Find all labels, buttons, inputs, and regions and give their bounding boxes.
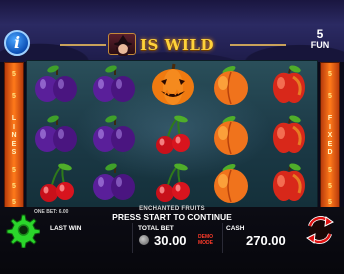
symbol-cherry: [31, 159, 83, 207]
status-message: PRESS START TO CONTINUE: [112, 212, 232, 222]
letter: I: [13, 123, 15, 131]
symbol-apple: [263, 159, 315, 207]
cash-value: 270.00: [246, 233, 286, 248]
left-lines-strip: 5 5 L I N E S 5 5 5: [4, 62, 24, 210]
lines-word: L I N E S: [5, 115, 23, 158]
symbol-plum: [31, 61, 83, 109]
symbol-plum: [89, 111, 141, 159]
symbol-cherry: [147, 111, 199, 159]
letter: F: [327, 115, 333, 122]
symbol-peach: [205, 111, 257, 159]
letter: N: [11, 132, 17, 139]
game-title: IS WILD: [140, 36, 214, 54]
settings-button[interactable]: [4, 212, 41, 249]
symbol-plum: [89, 61, 141, 109]
symbol-plum: [89, 159, 141, 207]
line-number: 5: [12, 167, 16, 174]
symbol-apple: [263, 61, 315, 109]
letter: I: [329, 123, 331, 131]
line-number: 5: [12, 199, 16, 206]
symbol-peach: [205, 61, 257, 109]
info-button[interactable]: i: [4, 30, 30, 56]
reel-grid: [26, 60, 318, 208]
title-ornament-right: [230, 44, 286, 46]
total-bet-value: 30.00: [154, 233, 187, 248]
demo-mode-label: DEMO MODE: [198, 234, 213, 246]
letter: X: [327, 132, 333, 139]
cash-label: CASH: [226, 225, 245, 232]
letter: D: [327, 149, 333, 156]
witch-portrait: [108, 33, 136, 56]
line-number: 5: [12, 71, 16, 78]
lines-label: FUN: [310, 40, 330, 50]
lines-count: 5: [316, 27, 324, 41]
coin-icon[interactable]: [139, 235, 149, 245]
letter: L: [11, 115, 17, 122]
line-number: 5: [12, 183, 16, 190]
symbol-plum: [31, 111, 83, 159]
letter: E: [327, 140, 333, 148]
symbol-apple: [263, 111, 315, 159]
letter: E: [11, 140, 17, 148]
lines-badge: 5 FUN: [298, 28, 342, 62]
symbol-cherry: [147, 159, 199, 207]
line-number: 5: [328, 167, 332, 174]
line-number: 5: [328, 93, 332, 100]
line-number: 5: [328, 199, 332, 206]
symbol-pumpkin: [147, 61, 199, 109]
gear-icon: [6, 214, 41, 249]
mode-word: MODE: [198, 240, 213, 246]
line-number: 5: [328, 183, 332, 190]
autospin-button[interactable]: [302, 212, 338, 248]
title-ornament-left: [60, 44, 106, 46]
divider: [222, 223, 223, 253]
right-fixed-strip: 5 5 F I X E D 5 5 5: [320, 62, 340, 210]
fixed-word: F I X E D: [321, 115, 339, 158]
divider: [132, 223, 133, 253]
letter: S: [11, 149, 17, 156]
spin-arrows-icon: [306, 216, 334, 244]
last-win-label: LAST WIN: [50, 225, 82, 232]
line-number: 5: [12, 93, 16, 100]
total-bet-label: TOTAL BET: [138, 225, 174, 232]
symbol-peach: [205, 159, 257, 207]
line-number: 5: [328, 71, 332, 78]
info-icon: i: [13, 33, 21, 52]
